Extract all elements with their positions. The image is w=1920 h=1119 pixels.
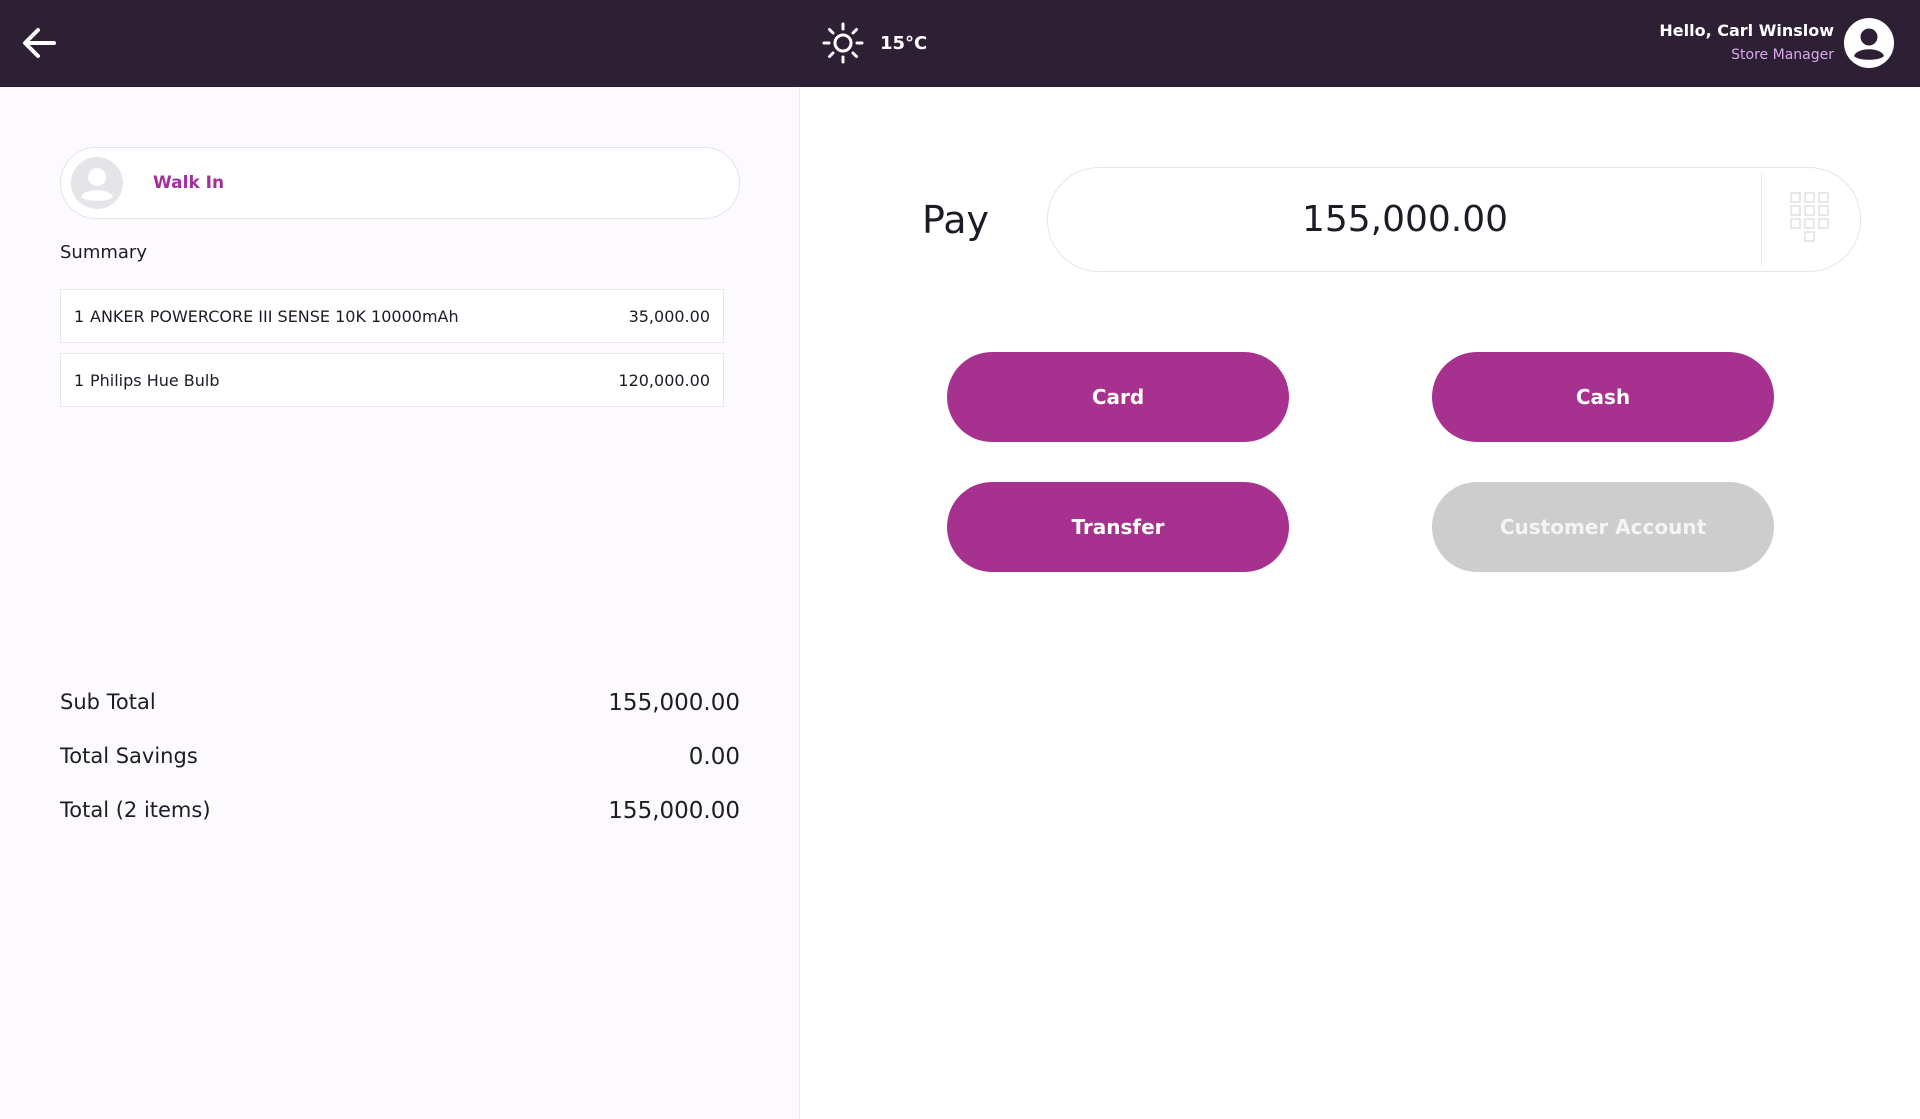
weather-widget: 15°C [822,20,927,66]
user-avatar-icon[interactable] [1844,18,1894,68]
sub-total-row: Sub Total 155,000.00 [60,690,740,716]
keypad-icon [1790,192,1829,242]
pay-label: Pay [922,198,989,242]
item-quantity: 1 [74,370,85,390]
user-greeting: Hello, Carl Winslow [1659,21,1834,40]
item-quantity: 1 [74,306,85,326]
summary-heading: Summary [60,242,147,263]
pay-amount-input[interactable] [1048,168,1762,271]
divider [1761,174,1762,266]
cash-button[interactable]: Cash [1432,352,1774,442]
sub-total-value: 155,000.00 [608,690,740,716]
item-price: 35,000.00 [628,306,710,326]
item-name: ANKER POWERCORE III SENSE 10K 10000mAh [90,306,459,326]
item-name: Philips Hue Bulb [90,370,220,390]
customer-account-button: Customer Account [1432,482,1774,572]
total-savings-row: Total Savings 0.00 [60,744,740,770]
keypad-button[interactable] [1788,190,1832,248]
item-price: 120,000.00 [618,370,710,390]
total-label: Total (2 items) [60,798,211,822]
total-value: 155,000.00 [608,798,740,824]
customer-name: Walk In [153,173,225,193]
list-item[interactable]: 1 Philips Hue Bulb 120,000.00 [60,353,724,407]
transfer-button[interactable]: Transfer [947,482,1289,572]
total-savings-label: Total Savings [60,744,198,768]
top-bar: 15°C Hello, Carl Winslow Store Manager [0,0,1920,87]
user-profile[interactable]: Hello, Carl Winslow Store Manager [1659,18,1894,68]
customer-selector[interactable]: Walk In [60,147,740,219]
pay-amount-box [1047,167,1861,272]
order-summary-panel: Walk In Summary 1 ANKER POWERCORE III SE… [0,87,800,1119]
user-role: Store Manager [1731,47,1834,63]
list-item[interactable]: 1 ANKER POWERCORE III SENSE 10K 10000mAh… [60,289,724,343]
user-info: Hello, Carl Winslow Store Manager [1659,21,1834,65]
total-row: Total (2 items) 155,000.00 [60,798,740,824]
arrow-left-icon [23,28,56,58]
total-savings-value: 0.00 [688,744,740,770]
weather-temperature: 15°C [880,32,928,54]
sub-total-label: Sub Total [60,690,156,714]
sun-icon [822,22,864,64]
customer-avatar-icon [71,157,123,209]
card-button[interactable]: Card [947,352,1289,442]
back-button[interactable] [20,22,58,64]
